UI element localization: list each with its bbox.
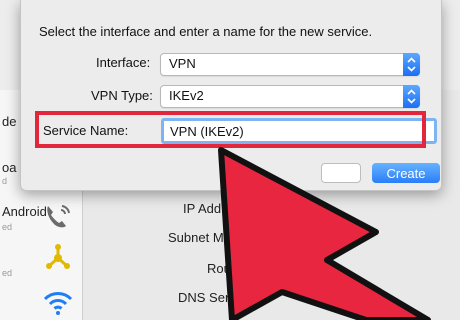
wifi-icon — [43, 292, 73, 315]
sidebar-item-status: ed — [2, 222, 13, 232]
cancel-button[interactable] — [321, 163, 361, 183]
vpn-type-select[interactable]: IKEv2 — [160, 85, 420, 108]
service-name-label: Service Name: — [43, 123, 129, 138]
dns-server-label: DNS Server: — [178, 290, 251, 305]
new-service-dialog: Select the interface and enter a name fo… — [20, 0, 442, 191]
interface-select[interactable]: VPN — [160, 53, 420, 76]
vpn-type-value: IKEv2 — [169, 88, 204, 103]
ip-address-label: IP Address: — [183, 201, 250, 216]
sidebar-item-label: oa — [2, 160, 17, 175]
sidebar-item-label: Android — [2, 204, 47, 219]
phone-modem-icon — [47, 205, 70, 228]
interface-label: Interface: — [96, 55, 151, 70]
dialog-prompt: Select the interface and enter a name fo… — [39, 24, 373, 39]
sidebar-item-label: de — [2, 114, 17, 129]
interface-value: VPN — [169, 56, 196, 71]
create-button[interactable]: Create — [372, 163, 440, 183]
firewire-icon — [46, 244, 70, 269]
sidebar-item-status: ed — [2, 268, 13, 278]
router-label: Router: — [207, 261, 250, 276]
service-name-input[interactable] — [161, 118, 437, 144]
popup-arrows-icon — [403, 85, 420, 108]
sidebar-item-status: d — [2, 176, 8, 186]
subnet-mask-label: Subnet Mask: — [168, 230, 248, 245]
vpn-type-label: VPN Type: — [91, 88, 153, 103]
popup-arrows-icon — [403, 53, 420, 76]
